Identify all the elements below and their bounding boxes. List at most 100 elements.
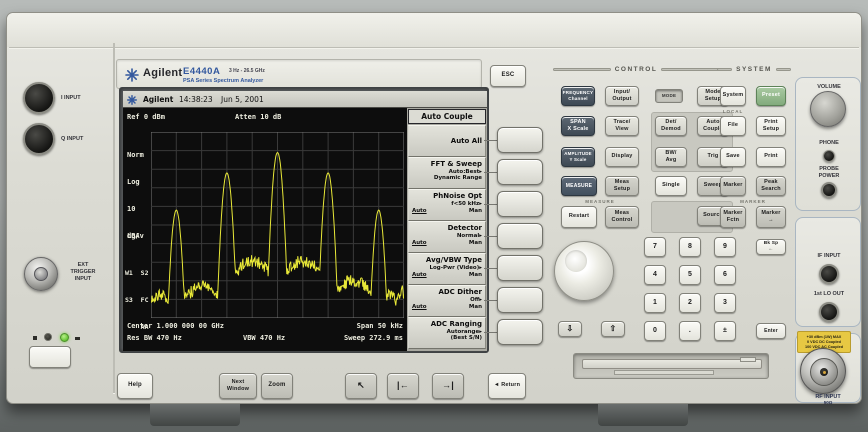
softmenu-key-auto-all[interactable]: Auto All [408,125,486,157]
system-button[interactable]: System [720,86,746,106]
softkey-2[interactable] [497,159,543,185]
system-section-header: SYSTEM [717,66,791,73]
bksp-arrow-icon: ← [769,247,774,253]
restart-button[interactable]: Restart [561,206,597,228]
softkey-5[interactable] [497,255,543,281]
key-decimal[interactable]: . [679,321,701,341]
softmenu-key-detector[interactable]: Detector Normal▸ AutoMan [408,221,486,253]
softmenu-label: ADC Ranging [409,318,485,328]
if-input-connector [819,264,839,284]
volume-knob[interactable] [810,91,846,127]
key-9[interactable]: 9 [714,237,736,257]
up-arrow-button[interactable]: ⇧ [601,321,625,337]
meas-setup-button[interactable]: MeasSetup [605,176,639,196]
input-output-button[interactable]: Input/Output [605,86,639,106]
floppy-lip [614,370,714,375]
rpg-knob[interactable] [554,241,614,301]
frequency-channel-button[interactable]: FREQUENCYChannel [561,86,595,106]
softmenu-key-phnoise-opt[interactable]: PhNoise Opt f<50 kHz▸ AutoMan [408,189,486,221]
softkey-7[interactable] [497,319,543,345]
softmenu-value: Normal▸ [409,232,485,239]
active-function-button[interactable]: ↖ [345,373,377,399]
bw-avg-button[interactable]: BW/Avg [655,147,687,167]
zoom-button[interactable]: Zoom [261,373,293,399]
enter-key[interactable]: Enter [756,323,786,339]
key-plusminus[interactable]: ± [714,321,736,341]
span-line2: X Scale [568,126,589,133]
softkey-6[interactable] [497,287,543,313]
softmenu-man: Man [469,208,482,214]
key-2[interactable]: 2 [679,293,701,313]
display-button[interactable]: Display [605,147,639,167]
next-window-button[interactable]: Next Window [219,373,257,399]
softkey-menu: Auto Couple Auto All FFT & Sweep Auto:Be… [407,108,487,351]
det-demod-button[interactable]: Det/Demod [655,116,687,136]
down-arrow-button[interactable]: ⇩ [558,321,582,337]
esc-button[interactable]: ESC [490,65,526,87]
probe-line2: POWER [796,173,862,180]
marker-fctn-button[interactable]: MarkerFctn [720,206,746,228]
help-button[interactable]: Help [117,373,153,399]
print-button[interactable]: Print [756,147,786,167]
power-on-led [60,333,69,342]
softmenu-key-fft-sweep[interactable]: FFT & Sweep Auto:Best▸ Dynamic Range [408,157,486,189]
key-5[interactable]: 5 [679,265,701,285]
softmenu-key-adc-ranging[interactable]: ADC Ranging Autorange▸ (Best S/N) [408,317,486,349]
file-button[interactable]: File [720,116,746,136]
softkey-4[interactable] [497,223,543,249]
softkey-line [484,140,497,141]
display-label: Display [612,153,633,160]
lcd-plot-area: Ref 0 dBm Atten 10 dB Norm Log 10 dB/ Lg… [123,108,407,351]
marker-to-button[interactable]: Marker→ [756,206,786,228]
preset-button[interactable]: Preset [756,86,786,106]
marker-button[interactable]: Marker [720,176,746,196]
ac-line1: Auto [706,119,719,126]
softkey-3[interactable] [497,191,543,217]
series-name: PSA Series Spectrum Analyzer [183,78,263,84]
key-6-label: 6 [723,270,727,279]
print-setup-button[interactable]: PrintSetup [756,116,786,136]
softmenu-auto: Auto [412,240,427,246]
key-0[interactable]: 0 [644,321,666,341]
tab-left-button[interactable]: |← [387,373,419,399]
span-line1: SPAN [570,119,586,126]
key-3[interactable]: 3 [714,293,736,313]
key-8[interactable]: 8 [679,237,701,257]
softmenu-value2: Dynamic Range [409,175,485,181]
if-input-label: IF INPUT [796,253,862,260]
softkey-1[interactable] [497,127,543,153]
tab-right-button[interactable]: →| [432,373,464,399]
mode-setup-line1: Mode [705,89,720,96]
rbw-readout: Res BW 470 Hz [127,334,182,342]
floppy-eject-button[interactable] [740,357,756,362]
control-header-label: CONTROL [615,66,658,73]
trace-line2: View [615,126,628,133]
vbw-readout: VBW 470 Hz [243,334,285,342]
softmenu-key-avg-vbw-type[interactable]: Avg/VBW Type Log-Pwr (Video)▸ AutoMan [408,253,486,285]
header-bar [553,68,611,71]
save-button[interactable]: Save [720,147,746,167]
if-lo-group: IF INPUT 1st LO OUT [795,217,861,327]
zoom-label: Zoom [268,382,285,390]
backspace-key[interactable]: Bk Sp← [756,239,786,255]
floppy-drive[interactable] [573,353,769,379]
ms-line2: Setup [614,186,630,193]
trace-view-button[interactable]: Trace/View [605,116,639,136]
peak-search-button[interactable]: PeakSearch [756,176,786,196]
single-button[interactable]: Single [655,176,687,196]
key-1[interactable]: 1 [644,293,666,313]
span-xscale-button[interactable]: SPANX Scale [561,116,595,136]
softmenu-key-adc-dither[interactable]: ADC Dither Off▸ AutoMan [408,285,486,317]
volume-label: VOLUME [796,84,862,91]
measure-button[interactable]: MEASURE [561,176,597,196]
key-7[interactable]: 7 [644,237,666,257]
key-6[interactable]: 6 [714,265,736,285]
key-4[interactable]: 4 [644,265,666,285]
return-button[interactable]: ◄ Return [488,373,526,399]
amplitude-yscale-button[interactable]: AMPLITUDEY Scale [561,147,595,167]
power-button[interactable] [29,346,71,368]
marker-group-label: MARKER [716,199,790,204]
lcd-display: Agilent 14:38:23 Jun 5, 2001 Ref 0 dBm A… [123,91,487,351]
meas-control-button[interactable]: MeasControl [605,206,639,228]
mode-button[interactable]: MODE [655,89,683,103]
